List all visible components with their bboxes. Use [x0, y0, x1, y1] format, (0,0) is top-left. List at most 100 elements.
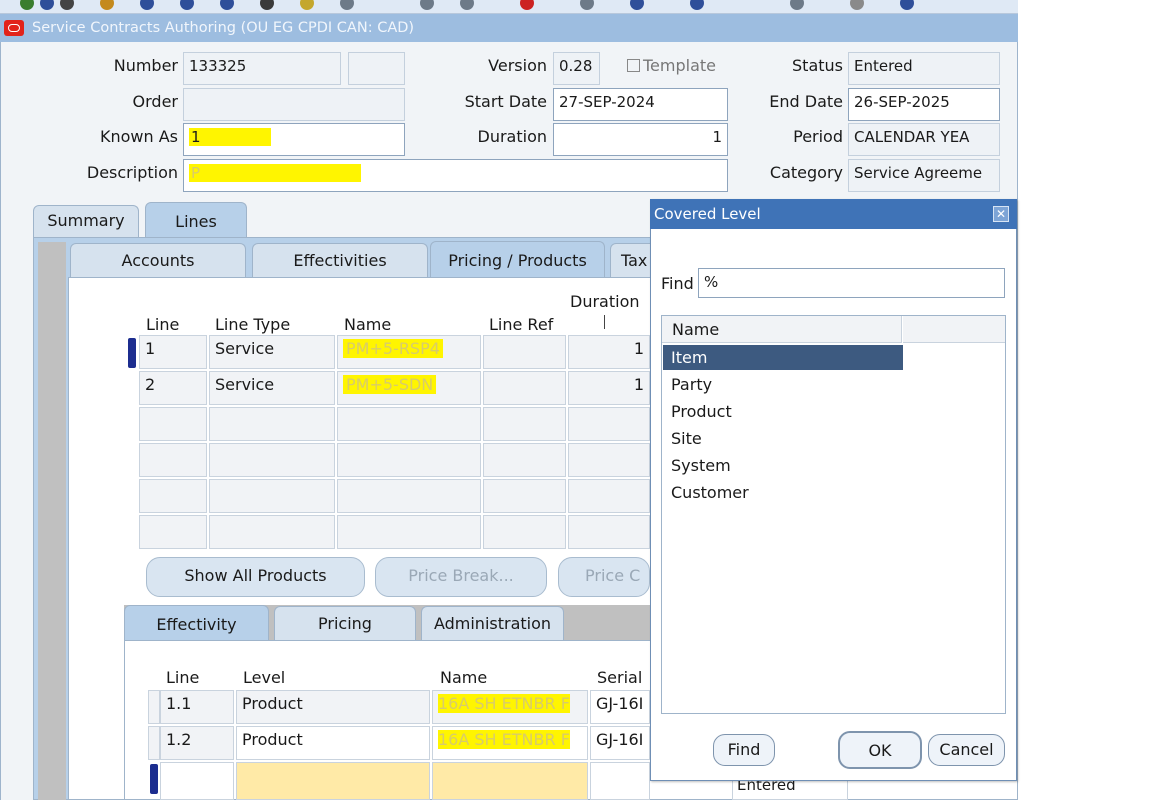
- empty-cell[interactable]: [139, 407, 207, 441]
- list-item-party[interactable]: Party: [663, 372, 903, 397]
- tab-pricing[interactable]: Pricing: [274, 606, 416, 640]
- line-number-cell[interactable]: 2: [139, 371, 207, 405]
- print-icon[interactable]: [100, 0, 114, 10]
- empty-cell[interactable]: [483, 515, 566, 549]
- covered-line-cell[interactable]: 1.2: [160, 726, 234, 760]
- show-all-products-button[interactable]: Show All Products: [146, 557, 365, 597]
- tab-accounts[interactable]: Accounts: [70, 243, 246, 277]
- navigator-icon[interactable]: [140, 0, 154, 10]
- covered-name-cell[interactable]: [432, 762, 588, 800]
- line-type-cell[interactable]: Service: [209, 335, 335, 369]
- covered-serial-cell[interactable]: GJ-16I: [590, 726, 650, 760]
- template-checkbox[interactable]: Template: [627, 56, 716, 75]
- end-date-field[interactable]: 26-SEP-2025: [848, 88, 1000, 121]
- start-date-field[interactable]: 27-SEP-2024: [553, 88, 728, 121]
- edit-icon[interactable]: [340, 0, 354, 10]
- line-duration-cell[interactable]: 1: [568, 371, 650, 405]
- line-name-cell[interactable]: PM+5-RSP4: [337, 335, 481, 369]
- category-field[interactable]: Service Agreeme: [848, 159, 1000, 192]
- empty-cell[interactable]: [209, 443, 335, 477]
- status-field[interactable]: Entered: [848, 52, 1000, 85]
- empty-cell[interactable]: [139, 515, 207, 549]
- covered-line-cell[interactable]: 1.1: [160, 690, 234, 724]
- number-suffix-field[interactable]: [348, 52, 405, 85]
- covered-name-cell[interactable]: 16A SH ETNBR F: [432, 690, 588, 724]
- covered-serial-cell[interactable]: GJ-16I: [590, 690, 650, 724]
- duration-field[interactable]: 1: [553, 123, 728, 156]
- dialog-close-icon[interactable]: ✕: [993, 206, 1009, 222]
- tab-administration[interactable]: Administration: [421, 606, 564, 640]
- version-field[interactable]: 0.28: [553, 52, 600, 85]
- wizard-icon[interactable]: [790, 0, 804, 10]
- tab-effectivities[interactable]: Effectivities: [252, 243, 428, 277]
- empty-cell[interactable]: [568, 515, 650, 549]
- list-item-system[interactable]: System: [663, 453, 903, 478]
- folder-icon[interactable]: [300, 0, 314, 10]
- dialog-ok-button[interactable]: OK: [838, 731, 922, 769]
- new-icon[interactable]: [20, 0, 34, 10]
- empty-cell[interactable]: [337, 515, 481, 549]
- find-icon[interactable]: [630, 0, 644, 10]
- list-item-product[interactable]: Product: [663, 399, 903, 424]
- row-selector[interactable]: [148, 690, 160, 724]
- empty-cell[interactable]: [209, 515, 335, 549]
- covered-line-cell[interactable]: [160, 762, 234, 800]
- delete-icon[interactable]: [520, 0, 534, 10]
- empty-cell[interactable]: [139, 479, 207, 513]
- clear-icon[interactable]: [580, 0, 594, 10]
- help-icon[interactable]: [690, 0, 704, 10]
- list-item-item[interactable]: Item: [663, 345, 903, 370]
- line-duration-cell[interactable]: 1: [568, 335, 650, 369]
- covered-name-cell[interactable]: 16A SH ETNBR F: [432, 726, 588, 760]
- list-item-customer[interactable]: Customer: [663, 480, 903, 505]
- number-field[interactable]: 133325: [183, 52, 341, 85]
- line-ref-cell[interactable]: [483, 371, 566, 405]
- empty-cell[interactable]: [483, 443, 566, 477]
- empty-cell[interactable]: [568, 407, 650, 441]
- help-arrow-icon[interactable]: [900, 0, 914, 10]
- empty-cell[interactable]: [568, 479, 650, 513]
- line-type-cell[interactable]: Service: [209, 371, 335, 405]
- row-selector[interactable]: [148, 726, 160, 760]
- tab-effectivity[interactable]: Effectivity: [124, 605, 269, 641]
- covered-level-cell[interactable]: Product: [236, 690, 430, 724]
- empty-cell[interactable]: [337, 443, 481, 477]
- zoom-icon[interactable]: [180, 0, 194, 10]
- order-field[interactable]: [183, 88, 405, 121]
- end-date-label: End Date: [769, 92, 843, 111]
- empty-cell[interactable]: [568, 443, 650, 477]
- save-icon[interactable]: [60, 0, 74, 10]
- dialog-find-button[interactable]: Find: [713, 734, 775, 766]
- empty-cell[interactable]: [209, 407, 335, 441]
- dialog-cancel-button[interactable]: Cancel: [928, 734, 1005, 766]
- covered-level-cell[interactable]: [236, 762, 430, 800]
- period-field[interactable]: CALENDAR YEA: [848, 123, 1000, 156]
- tab-summary[interactable]: Summary: [33, 205, 139, 237]
- line-number-cell[interactable]: 1: [139, 335, 207, 369]
- copy-icon[interactable]: [420, 0, 434, 10]
- covered-serial-cell[interactable]: [590, 762, 650, 800]
- price-c-button[interactable]: Price C: [558, 557, 650, 597]
- empty-cell[interactable]: [337, 479, 481, 513]
- empty-cell[interactable]: [209, 479, 335, 513]
- empty-cell[interactable]: [139, 443, 207, 477]
- window-title-bar: Service Contracts Authoring (OU EG CPDI …: [0, 14, 1018, 42]
- line-ref-cell[interactable]: [483, 335, 566, 369]
- window-icon[interactable]: [850, 0, 864, 10]
- open-icon[interactable]: [40, 0, 54, 10]
- known-as-field[interactable]: 1: [183, 123, 405, 156]
- covered-level-cell[interactable]: Product: [236, 726, 430, 760]
- empty-cell[interactable]: [483, 479, 566, 513]
- tab-lines[interactable]: Lines: [145, 202, 247, 238]
- empty-cell[interactable]: [337, 407, 481, 441]
- price-break-button[interactable]: Price Break...: [375, 557, 547, 597]
- tab-pricing-products[interactable]: Pricing / Products: [430, 241, 605, 278]
- find-input[interactable]: %: [698, 268, 1005, 298]
- translation-icon[interactable]: [220, 0, 234, 10]
- line-name-cell[interactable]: PM+5-SDN: [337, 371, 481, 405]
- description-field[interactable]: P: [183, 159, 728, 192]
- attachment-icon[interactable]: [260, 0, 274, 10]
- paste-icon[interactable]: [460, 0, 474, 10]
- empty-cell[interactable]: [483, 407, 566, 441]
- list-item-site[interactable]: Site: [663, 426, 903, 451]
